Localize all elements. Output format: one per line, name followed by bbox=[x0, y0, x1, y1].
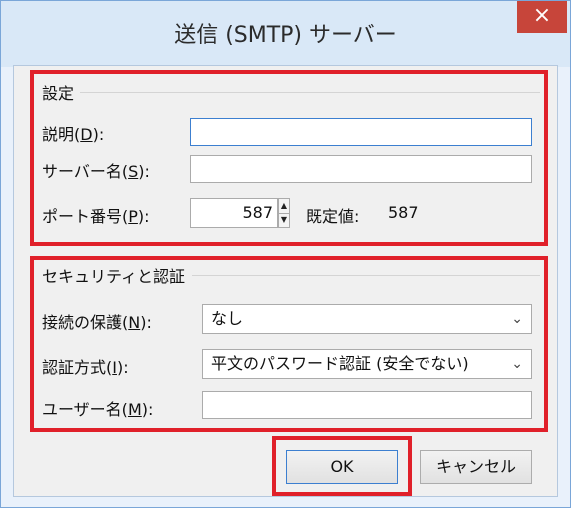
highlight-security-group bbox=[30, 256, 548, 432]
close-button[interactable]: × bbox=[517, 1, 567, 33]
dialog-window: 送信 (SMTP) サーバー × 設定 説明(D): サーバー名(S): ポート… bbox=[0, 0, 571, 508]
cancel-button[interactable]: キャンセル bbox=[420, 450, 532, 484]
dialog-body: 設定 説明(D): サーバー名(S): ポート番号(P): 587 ▲ ▼ 既定… bbox=[13, 65, 558, 497]
highlight-ok-button bbox=[272, 436, 412, 496]
window-title: 送信 (SMTP) サーバー bbox=[174, 23, 397, 48]
title-bar: 送信 (SMTP) サーバー × bbox=[1, 1, 570, 67]
highlight-settings-group bbox=[30, 70, 548, 246]
close-icon: × bbox=[532, 3, 552, 28]
